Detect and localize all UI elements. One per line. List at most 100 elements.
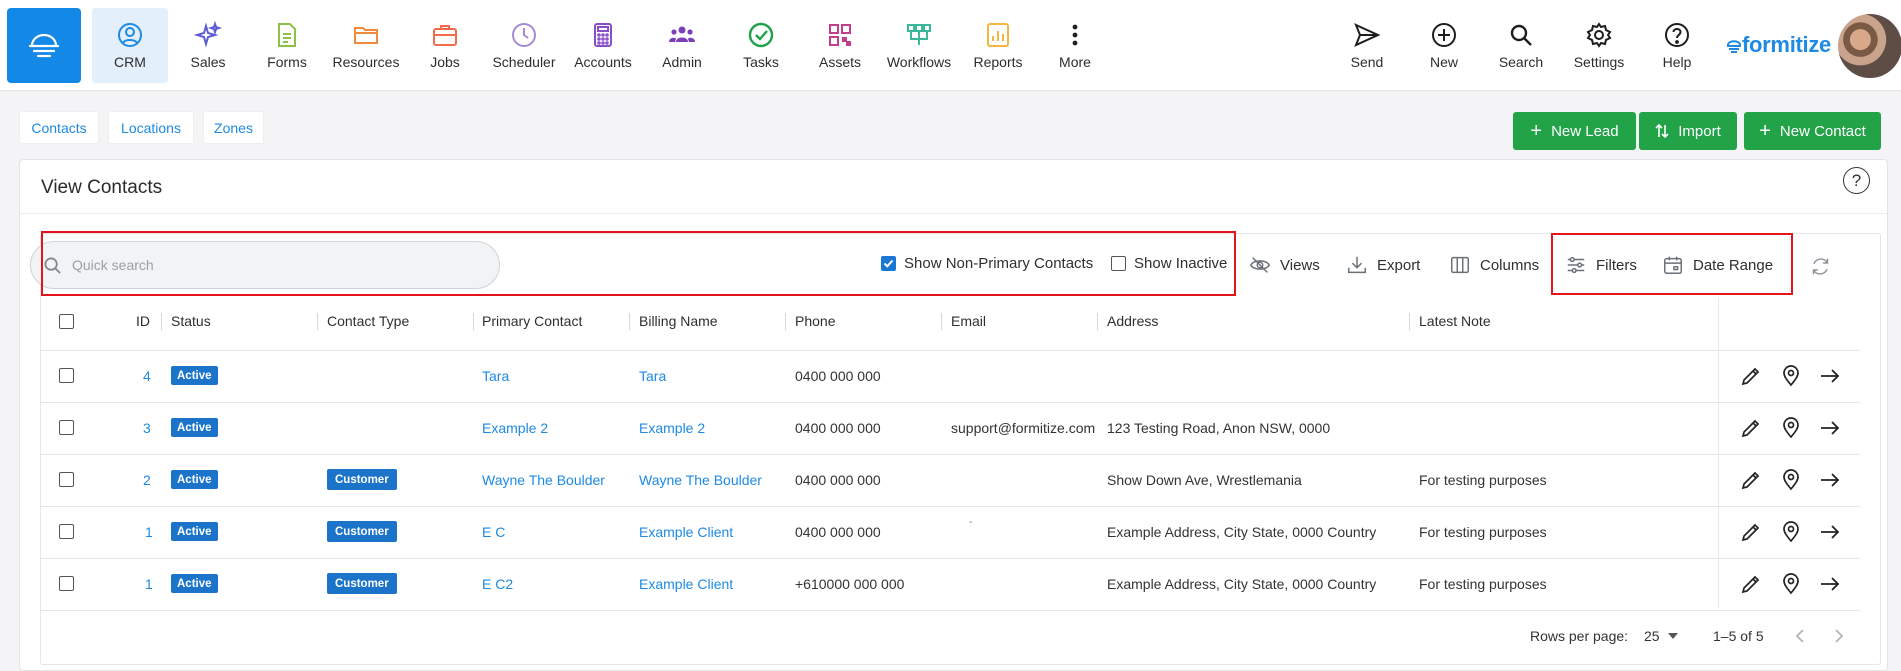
- location-pin-icon[interactable]: [1780, 365, 1802, 387]
- header-address[interactable]: Address: [1107, 313, 1158, 329]
- show-inactive-toggle[interactable]: Show Inactive: [1111, 255, 1227, 272]
- logo-text: formitize: [1742, 32, 1831, 57]
- header-contact-type[interactable]: Contact Type: [327, 313, 409, 329]
- tab-zones[interactable]: Zones: [203, 111, 264, 144]
- location-pin-icon[interactable]: [1780, 417, 1802, 439]
- cell-primary-contact[interactable]: E C: [482, 524, 505, 540]
- cell-id[interactable]: 2: [143, 472, 151, 488]
- nav-crm[interactable]: CRM: [92, 8, 168, 83]
- export-button[interactable]: Export: [1346, 254, 1420, 276]
- cell-billing-name[interactable]: Wayne The Boulder: [639, 472, 762, 488]
- nav-admin[interactable]: Admin: [644, 8, 720, 83]
- new-contact-button[interactable]: + New Contact: [1744, 112, 1881, 150]
- nav-tasks[interactable]: Tasks: [723, 8, 799, 83]
- checkbox-checked[interactable]: [881, 256, 896, 271]
- header-email[interactable]: Email: [951, 313, 986, 329]
- cell-email: -: [969, 517, 973, 528]
- row-checkbox[interactable]: [59, 472, 74, 487]
- cell-billing-name[interactable]: Example Client: [639, 524, 733, 540]
- arrow-right-icon[interactable]: [1819, 365, 1841, 387]
- edit-pencil-icon[interactable]: [1740, 573, 1762, 595]
- refresh-icon[interactable]: [1810, 256, 1831, 277]
- edit-pencil-icon[interactable]: [1740, 521, 1762, 543]
- location-pin-icon[interactable]: [1780, 573, 1802, 595]
- cell-id[interactable]: 1: [145, 524, 153, 540]
- help-button[interactable]: ?: [1843, 167, 1870, 194]
- nav-send[interactable]: Send: [1329, 8, 1405, 83]
- nav-accounts[interactable]: Accounts: [565, 8, 641, 83]
- arrow-right-icon[interactable]: [1819, 417, 1841, 439]
- edit-pencil-icon[interactable]: [1740, 417, 1762, 439]
- import-button[interactable]: Import: [1639, 112, 1737, 150]
- nav-search[interactable]: Search: [1483, 8, 1559, 83]
- nav-forms[interactable]: Forms: [249, 8, 325, 83]
- cell-billing-name[interactable]: Tara: [639, 368, 666, 384]
- cell-billing-name[interactable]: Example Client: [639, 576, 733, 592]
- row-checkbox[interactable]: [59, 576, 74, 591]
- edit-pencil-icon[interactable]: [1740, 469, 1762, 491]
- arrow-right-icon[interactable]: [1819, 469, 1841, 491]
- search-box[interactable]: [30, 241, 500, 289]
- nav-workflows[interactable]: Workflows: [881, 8, 957, 83]
- arrow-right-icon[interactable]: [1819, 521, 1841, 543]
- cell-id[interactable]: 1: [145, 576, 153, 592]
- row-checkbox[interactable]: [59, 524, 74, 539]
- header-latest-note[interactable]: Latest Note: [1419, 313, 1491, 329]
- cell-billing-name[interactable]: Example 2: [639, 420, 705, 436]
- nav-help[interactable]: Help: [1639, 8, 1715, 83]
- columns-button[interactable]: Columns: [1449, 254, 1539, 276]
- nav-settings[interactable]: Settings: [1561, 8, 1637, 83]
- formitize-logo[interactable]: formitize: [1726, 32, 1831, 58]
- search-input[interactable]: [72, 257, 452, 273]
- views-button[interactable]: Views: [1249, 254, 1320, 276]
- header-phone[interactable]: Phone: [795, 313, 835, 329]
- nav-label: Tasks: [743, 54, 779, 70]
- home-button[interactable]: [7, 8, 81, 83]
- prev-page-icon[interactable]: [1793, 628, 1807, 644]
- nav-new[interactable]: New: [1406, 8, 1482, 83]
- header-billing-name[interactable]: Billing Name: [639, 313, 718, 329]
- cell-primary-contact[interactable]: Example 2: [482, 420, 548, 436]
- row-checkbox[interactable]: [59, 368, 74, 383]
- nav-label: Admin: [662, 54, 702, 70]
- header-id[interactable]: ID: [136, 313, 150, 329]
- header-primary-contact[interactable]: Primary Contact: [482, 313, 582, 329]
- tab-contacts[interactable]: Contacts: [19, 111, 99, 144]
- new-lead-button[interactable]: + New Lead: [1513, 112, 1636, 150]
- nav-more[interactable]: More: [1037, 8, 1113, 83]
- filters-button[interactable]: Filters: [1565, 254, 1637, 276]
- location-pin-icon[interactable]: [1780, 521, 1802, 543]
- cell-primary-contact[interactable]: Tara: [482, 368, 509, 384]
- arrow-right-icon[interactable]: [1819, 573, 1841, 595]
- nav-scheduler[interactable]: Scheduler: [486, 8, 562, 83]
- nav-reports[interactable]: Reports: [960, 8, 1036, 83]
- tab-locations[interactable]: Locations: [108, 111, 194, 144]
- show-non-primary-toggle[interactable]: Show Non-Primary Contacts: [881, 255, 1093, 272]
- nav-sales[interactable]: Sales: [170, 8, 246, 83]
- avatar[interactable]: [1838, 14, 1901, 78]
- cell-id[interactable]: 3: [143, 420, 151, 436]
- check-circle-icon: [748, 22, 774, 48]
- header-status[interactable]: Status: [171, 313, 211, 329]
- edit-pencil-icon[interactable]: [1740, 365, 1762, 387]
- status-badge: Active: [171, 574, 218, 593]
- nav-label: Assets: [818, 54, 861, 70]
- status-badge: Active: [171, 366, 218, 385]
- nav-label: Settings: [1573, 54, 1625, 70]
- cell-primary-contact[interactable]: Wayne The Boulder: [482, 472, 605, 488]
- location-pin-icon[interactable]: [1780, 469, 1802, 491]
- checkbox[interactable]: [1111, 256, 1126, 271]
- select-all-checkbox[interactable]: [59, 314, 74, 329]
- home-cloud-icon: [28, 33, 60, 57]
- cell-id[interactable]: 4: [143, 368, 151, 384]
- nav-label: Reports: [973, 54, 1023, 70]
- rows-per-page-select[interactable]: 25: [1644, 628, 1678, 644]
- cell-primary-contact[interactable]: E C2: [482, 576, 513, 592]
- row-checkbox[interactable]: [59, 420, 74, 435]
- columns-icon: [1451, 256, 1469, 274]
- nav-jobs[interactable]: Jobs: [407, 8, 483, 83]
- nav-assets[interactable]: Assets: [802, 8, 878, 83]
- date-range-button[interactable]: Date Range: [1662, 254, 1773, 276]
- nav-resources[interactable]: Resources: [328, 8, 404, 83]
- next-page-icon[interactable]: [1832, 628, 1846, 644]
